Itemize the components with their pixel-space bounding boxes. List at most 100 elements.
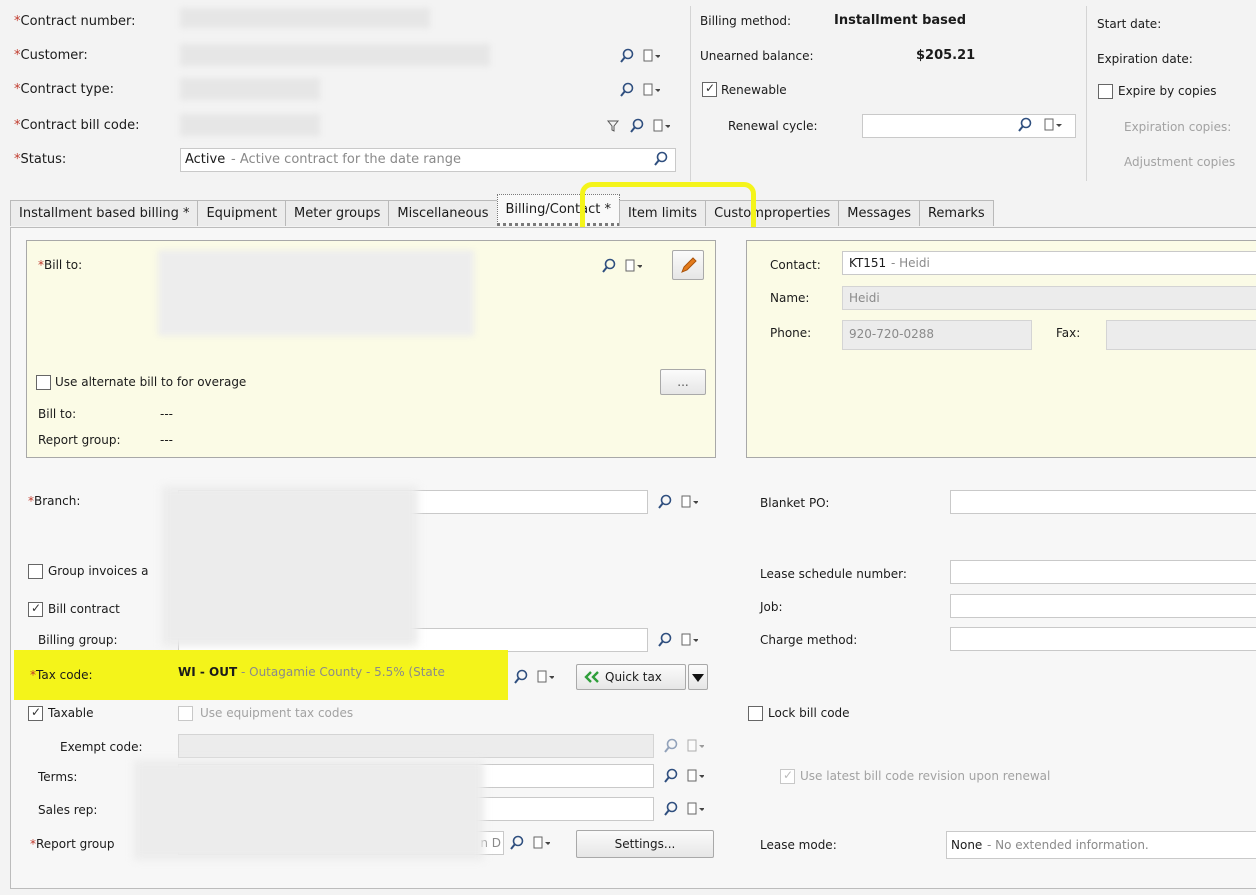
tab-messages[interactable]: Messages bbox=[838, 200, 920, 226]
search-icon[interactable] bbox=[618, 81, 636, 99]
document-menu-icon[interactable] bbox=[652, 117, 670, 135]
double-chevron-left-icon bbox=[583, 669, 601, 689]
contract-type-field[interactable] bbox=[180, 78, 320, 100]
contact-name-desc: - Heidi bbox=[891, 256, 930, 270]
phone-label: Phone: bbox=[770, 326, 812, 340]
tab-installment-based-billing[interactable]: Installment based billing * bbox=[10, 200, 199, 226]
status-label: *Status: bbox=[14, 152, 67, 167]
ellipsis-button[interactable]: ... bbox=[660, 369, 706, 395]
search-icon[interactable] bbox=[662, 800, 680, 818]
redacted-area bbox=[162, 486, 418, 646]
status-field[interactable]: Active - Active contract for the date ra… bbox=[180, 148, 676, 172]
lease-mode-field[interactable]: None - No extended information. bbox=[946, 831, 1256, 859]
exempt-code-field[interactable] bbox=[178, 734, 654, 758]
use-alternate-bill-to-checkbox[interactable] bbox=[36, 375, 51, 390]
quick-tax-label: Quick tax bbox=[605, 670, 662, 684]
bill-to-secondary-value: --- bbox=[160, 407, 173, 421]
quick-tax-dropdown-button[interactable] bbox=[688, 664, 708, 690]
unearned-balance-value: $205.21 bbox=[916, 48, 976, 63]
report-group-form-label: *Report group bbox=[30, 837, 115, 851]
document-menu-icon[interactable] bbox=[642, 47, 660, 65]
renewable-checkbox[interactable]: ✓ bbox=[702, 81, 717, 97]
lease-mode-description: - No extended information. bbox=[987, 838, 1149, 852]
tab-miscellaneous[interactable]: Miscellaneous bbox=[388, 200, 498, 226]
tab-meter-groups[interactable]: Meter groups bbox=[285, 200, 390, 226]
search-icon[interactable] bbox=[662, 737, 680, 755]
status-description: - Active contract for the date range bbox=[231, 152, 462, 167]
tax-code-description: - Outagamie County - 5.5% (State bbox=[237, 665, 445, 679]
document-menu-icon[interactable] bbox=[680, 493, 698, 511]
blanket-po-field[interactable] bbox=[950, 490, 1256, 514]
job-field[interactable] bbox=[950, 594, 1256, 618]
triangle-down-icon bbox=[692, 672, 704, 687]
document-menu-icon[interactable] bbox=[624, 257, 642, 275]
job-label: Job: bbox=[760, 600, 783, 614]
exempt-code-label: Exempt code: bbox=[60, 740, 143, 754]
taxable-checkbox[interactable]: ✓ bbox=[28, 705, 43, 721]
bill-contract-label: Bill contract bbox=[48, 602, 120, 616]
search-icon[interactable] bbox=[1017, 117, 1033, 137]
search-icon[interactable] bbox=[628, 117, 646, 135]
bill-to-label: *Bill to: bbox=[38, 258, 83, 272]
tax-code-label: *Tax code: bbox=[30, 668, 93, 682]
document-menu-icon[interactable] bbox=[680, 631, 698, 649]
start-date-label: Start date: bbox=[1097, 17, 1162, 31]
unearned-balance-label: Unearned balance: bbox=[700, 49, 814, 63]
expire-by-copies-checkbox[interactable] bbox=[1098, 84, 1113, 99]
header-divider bbox=[1086, 6, 1087, 181]
report-group-label: Report group: bbox=[38, 433, 121, 447]
renewal-cycle-field[interactable] bbox=[862, 114, 1076, 138]
search-icon[interactable] bbox=[656, 631, 674, 649]
name-value: Heidi bbox=[849, 291, 880, 305]
expiration-copies-label: Expiration copies: bbox=[1124, 120, 1232, 134]
document-menu-icon[interactable] bbox=[532, 834, 550, 852]
document-menu-icon[interactable] bbox=[686, 800, 704, 818]
sales-rep-label: Sales rep: bbox=[38, 803, 98, 817]
expire-by-copies-label: Expire by copies bbox=[1118, 84, 1217, 98]
tab-remarks[interactable]: Remarks bbox=[918, 200, 994, 226]
lease-mode-label: Lease mode: bbox=[760, 838, 837, 852]
document-menu-icon[interactable] bbox=[686, 737, 704, 755]
contract-bill-code-label: *Contract bill code: bbox=[14, 118, 140, 133]
edit-bill-to-button[interactable] bbox=[672, 250, 704, 280]
terms-label: Terms: bbox=[38, 770, 78, 784]
quick-tax-button[interactable]: Quick tax bbox=[576, 664, 686, 690]
taxable-label: Taxable bbox=[48, 706, 94, 720]
contact-field[interactable]: KT151 - Heidi bbox=[842, 251, 1256, 275]
use-equipment-tax-codes-checkbox[interactable] bbox=[178, 706, 193, 721]
search-icon[interactable] bbox=[508, 834, 526, 852]
customer-field[interactable] bbox=[180, 44, 490, 66]
document-menu-icon[interactable] bbox=[1043, 117, 1063, 137]
edit-filter-icon[interactable] bbox=[604, 117, 622, 135]
lease-schedule-field[interactable] bbox=[950, 560, 1256, 584]
contract-bill-code-field[interactable] bbox=[180, 114, 320, 136]
customer-label: *Customer: bbox=[14, 48, 88, 63]
search-icon[interactable] bbox=[656, 493, 674, 511]
branch-label: *Branch: bbox=[28, 494, 81, 508]
fax-field bbox=[1106, 320, 1256, 350]
bill-contract-checkbox[interactable]: ✓ bbox=[28, 601, 43, 617]
use-alternate-bill-to-label: Use alternate bill to for overage bbox=[55, 375, 247, 389]
document-menu-icon[interactable] bbox=[642, 81, 660, 99]
use-equipment-tax-codes-label: Use equipment tax codes bbox=[200, 706, 354, 720]
document-menu-icon[interactable] bbox=[536, 668, 554, 686]
contract-number-label: *Contract number: bbox=[14, 14, 136, 29]
fax-label: Fax: bbox=[1056, 326, 1081, 340]
search-icon[interactable] bbox=[662, 767, 680, 785]
search-icon[interactable] bbox=[618, 47, 636, 65]
document-menu-icon[interactable] bbox=[686, 767, 704, 785]
lock-bill-code-checkbox[interactable] bbox=[748, 706, 763, 721]
settings-button[interactable]: Settings... bbox=[576, 830, 714, 858]
use-latest-bill-code-checkbox[interactable]: ✓ bbox=[780, 768, 795, 784]
phone-value: 920-720-0288 bbox=[849, 327, 935, 341]
charge-method-field[interactable] bbox=[950, 627, 1256, 651]
search-icon[interactable] bbox=[512, 668, 530, 686]
lock-bill-code-label: Lock bill code bbox=[768, 706, 850, 720]
search-icon[interactable] bbox=[653, 151, 669, 171]
search-icon[interactable] bbox=[600, 257, 618, 275]
tab-equipment[interactable]: Equipment bbox=[197, 200, 287, 226]
tax-code-field[interactable]: WI - OUT - Outagamie County - 5.5% (Stat… bbox=[178, 665, 504, 689]
contract-number-field[interactable] bbox=[180, 8, 430, 28]
group-invoices-checkbox[interactable] bbox=[28, 564, 43, 579]
charge-method-label: Charge method: bbox=[760, 633, 858, 647]
